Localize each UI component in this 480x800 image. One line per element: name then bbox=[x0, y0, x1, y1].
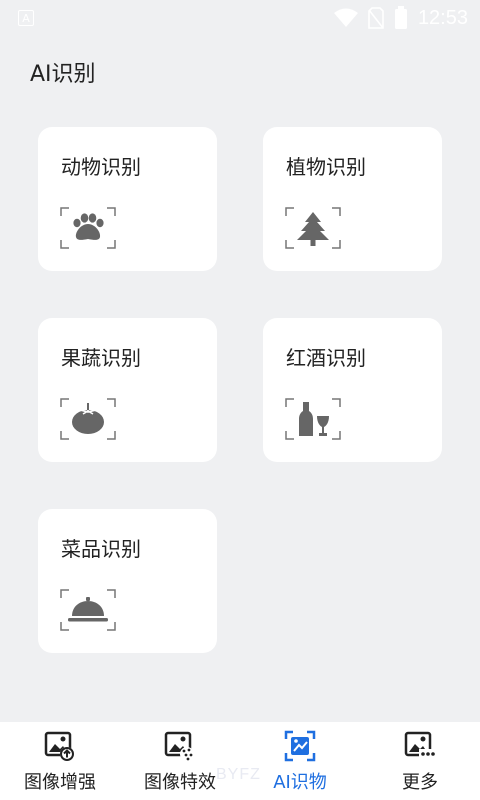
page-title: AI识别 bbox=[30, 62, 96, 87]
wine-icon bbox=[285, 398, 341, 440]
no-sim-icon bbox=[368, 7, 384, 29]
card-title: 果蔬识别 bbox=[61, 346, 141, 370]
status-time: 12:53 bbox=[417, 6, 468, 29]
card-fruit-veg-recognition[interactable]: 果蔬识别 bbox=[38, 318, 217, 462]
paw-icon bbox=[60, 207, 116, 249]
recognition-grid: 动物识别 植物识别 果蔬识别 红酒识别 菜品识别 bbox=[38, 127, 442, 657]
tab-ai-recognize[interactable]: AI识物 bbox=[240, 722, 360, 800]
more-image-icon bbox=[404, 731, 436, 759]
tab-label: 更多 bbox=[402, 772, 438, 793]
tab-image-effects[interactable]: 图像特效 bbox=[120, 722, 240, 800]
battery-icon bbox=[394, 6, 407, 29]
card-title: 菜品识别 bbox=[61, 537, 141, 561]
tab-label: 图像增强 bbox=[24, 772, 96, 793]
tomato-icon bbox=[60, 398, 116, 440]
card-title: 红酒识别 bbox=[286, 346, 366, 370]
card-dish-recognition[interactable]: 菜品识别 bbox=[38, 509, 217, 653]
card-title: 植物识别 bbox=[286, 155, 366, 179]
image-enhance-icon bbox=[44, 731, 74, 761]
dish-cloche-icon bbox=[60, 589, 116, 631]
wifi-icon bbox=[333, 8, 358, 27]
tab-image-enhance[interactable]: 图像增强 bbox=[0, 722, 120, 800]
ai-recognize-icon bbox=[284, 730, 316, 762]
image-effects-icon bbox=[164, 731, 194, 761]
card-title: 动物识别 bbox=[61, 155, 141, 179]
status-notification-icon: A bbox=[18, 10, 34, 26]
status-bar: A 12:53 bbox=[0, 0, 480, 36]
card-plant-recognition[interactable]: 植物识别 bbox=[263, 127, 442, 271]
bottom-tab-bar: 图像增强 图像特效 AI识物 更多 bbox=[0, 722, 480, 800]
tab-more[interactable]: 更多 bbox=[360, 722, 480, 800]
card-wine-recognition[interactable]: 红酒识别 bbox=[263, 318, 442, 462]
tree-icon bbox=[285, 207, 341, 249]
card-animal-recognition[interactable]: 动物识别 bbox=[38, 127, 217, 271]
watermark: BYFZ bbox=[216, 766, 261, 783]
